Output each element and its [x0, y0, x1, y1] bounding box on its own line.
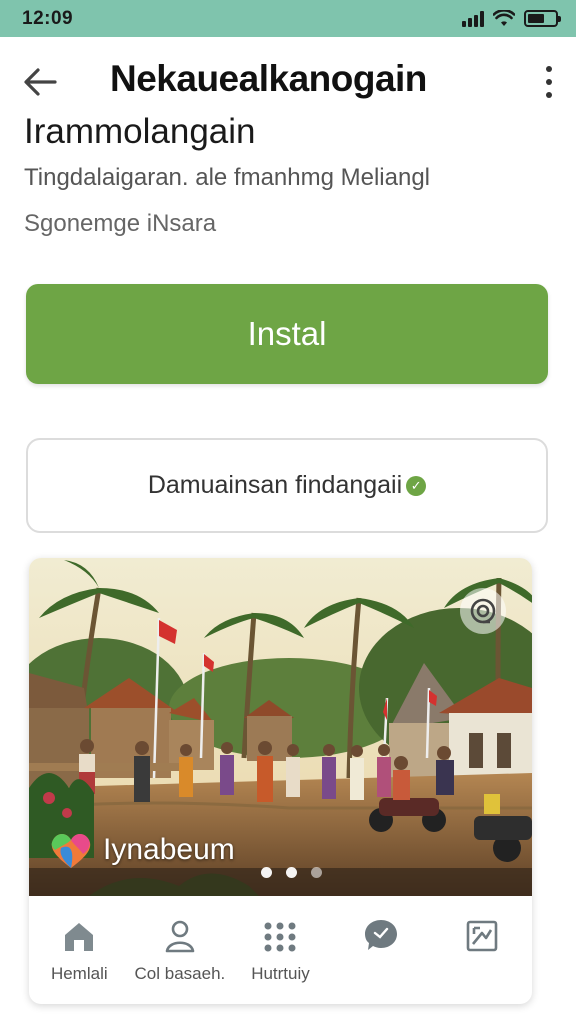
- home-icon: [59, 916, 99, 956]
- check-circle-icon: ✓: [406, 475, 427, 496]
- carousel-dot[interactable]: [286, 867, 297, 878]
- bottom-nav: Hemlali Col basaeh. Hutrtuiy: [29, 896, 532, 1004]
- nav-item-gallery[interactable]: [432, 916, 532, 964]
- more-vert-icon: [546, 66, 552, 72]
- nav-item-chat[interactable]: [331, 916, 431, 964]
- panorama-badge-icon[interactable]: [460, 588, 506, 634]
- chat-bubble-icon: [361, 916, 401, 956]
- app-category: Sgonemge iNsara: [24, 210, 217, 237]
- secondary-button-label: Damuainsan findangaii: [147, 471, 403, 499]
- person-icon: [160, 916, 200, 956]
- status-icons: [462, 10, 561, 27]
- back-button[interactable]: [18, 60, 62, 104]
- app-subtitle: Tingdalaigaran. ale fmanhmg Meliangl: [24, 164, 431, 191]
- carousel-dots[interactable]: [261, 867, 322, 878]
- grid-dots-icon: [260, 916, 300, 956]
- app-name: Irammolangain: [24, 112, 256, 151]
- signal-icon: [462, 10, 484, 27]
- nav-label: Hutrtuiy: [251, 964, 310, 983]
- nav-label: Col basaeh.: [134, 964, 226, 983]
- screenshot-card[interactable]: Iynabeum Hemlali Col basaeh. Hutrtuiy: [29, 558, 532, 1004]
- village-image: Iynabeum: [29, 558, 532, 896]
- image-frame-icon: [462, 916, 502, 956]
- nav-item-home[interactable]: Hemlali: [29, 916, 129, 984]
- caption-text: Iynabeum: [103, 833, 235, 866]
- page-title: Nekauealkanogain: [110, 58, 427, 99]
- more-options-button[interactable]: [540, 62, 558, 102]
- app-header: Nekauealkanogain: [0, 50, 576, 120]
- image-caption: Iynabeum: [49, 830, 235, 870]
- carousel-dot[interactable]: [261, 867, 272, 878]
- carousel-dot[interactable]: [311, 867, 322, 878]
- nav-label: Hemlali: [50, 964, 108, 983]
- wifi-icon: [493, 10, 515, 26]
- status-time: 12:09: [22, 7, 74, 29]
- nav-item-profile[interactable]: Col basaeh.: [130, 916, 230, 984]
- nav-item-grid[interactable]: Hutrtuiy: [230, 916, 330, 984]
- install-button[interactable]: Instal: [26, 284, 548, 384]
- secondary-button[interactable]: Damuainsan findangaii ✓: [26, 438, 548, 533]
- arrow-left-icon: [24, 68, 57, 96]
- battery-icon: [524, 10, 561, 27]
- status-bar: 12:09: [0, 0, 576, 37]
- heart-logo-icon: [51, 834, 91, 868]
